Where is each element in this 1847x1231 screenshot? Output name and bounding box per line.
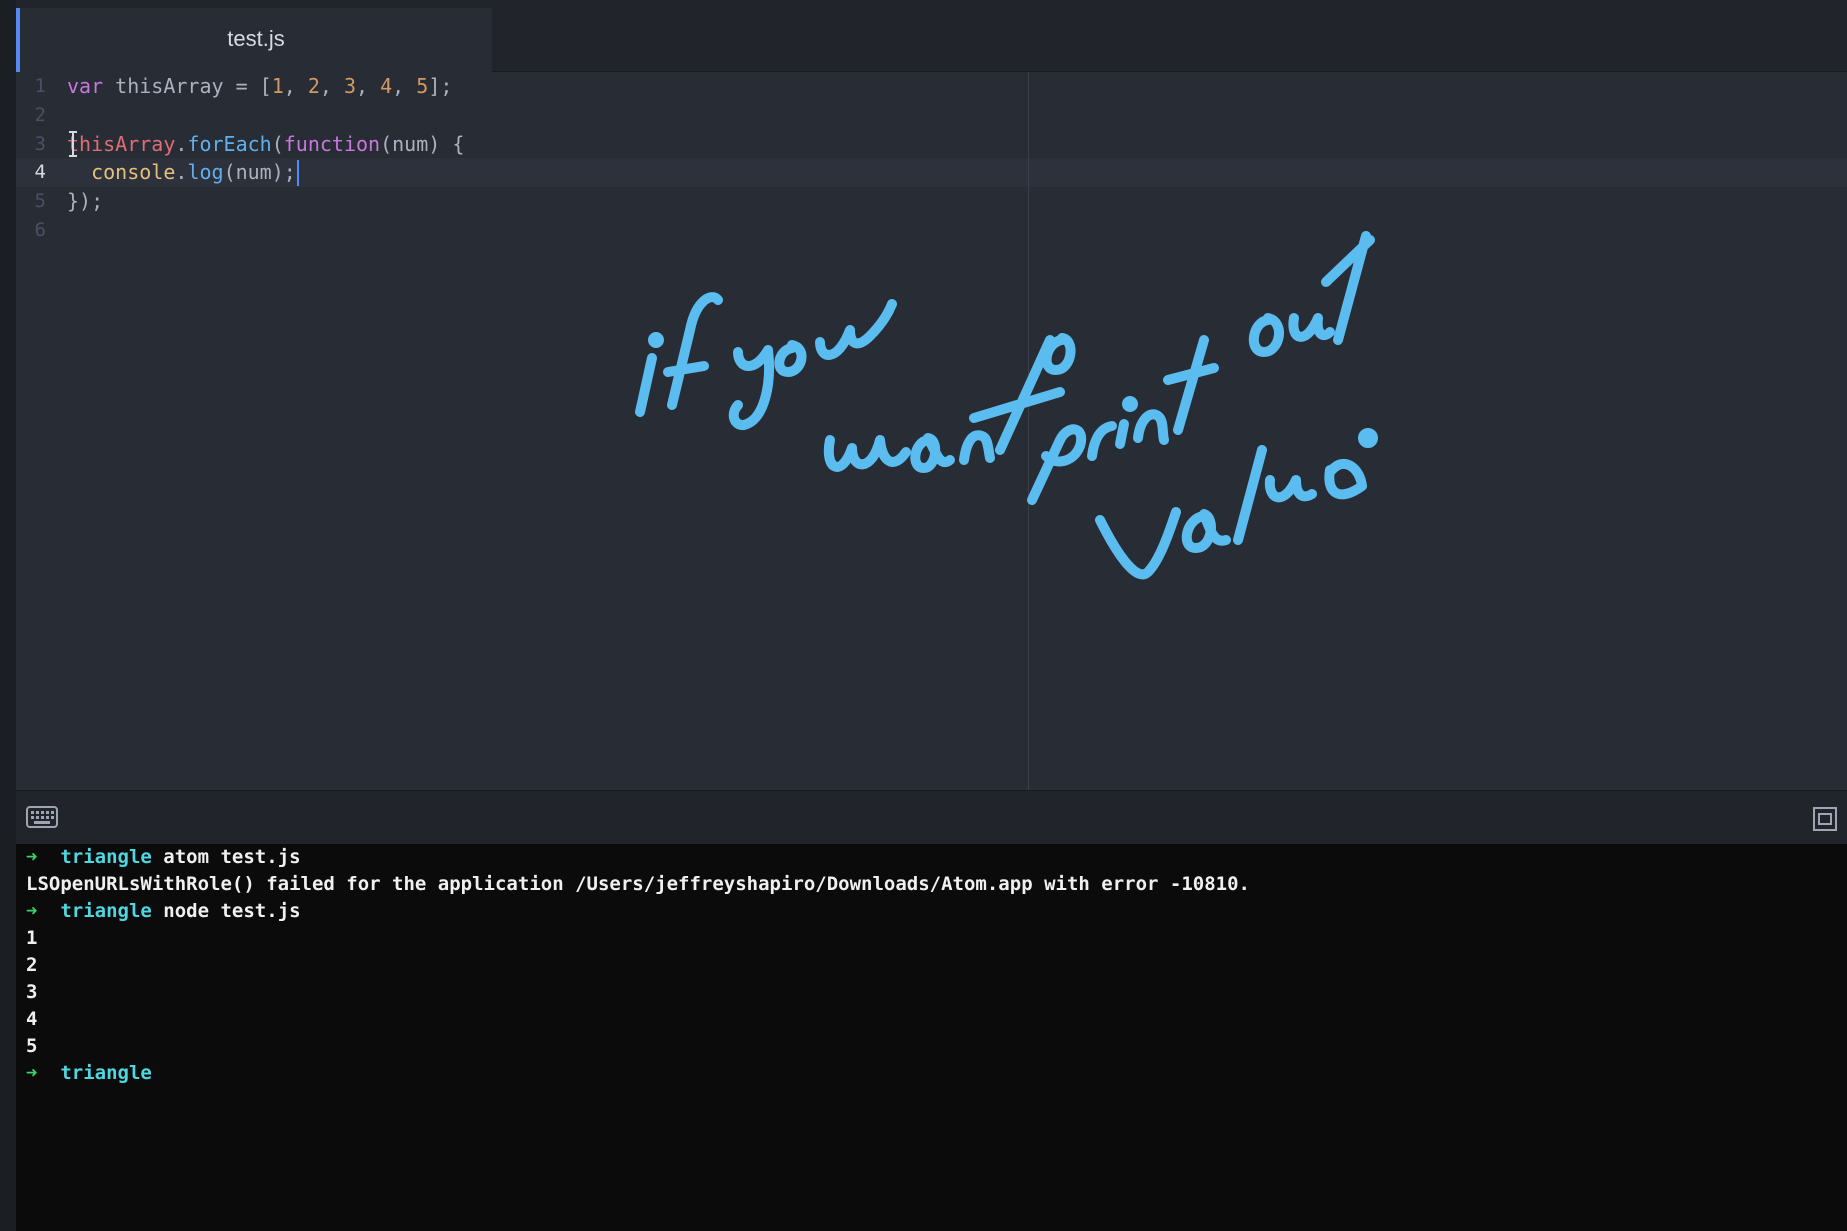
terminal-prompt-line: ➜ triangle (26, 1060, 152, 1087)
line-number: 5 (34, 190, 46, 212)
token-text: . (175, 160, 188, 184)
token-text: (num); (223, 160, 296, 184)
token-text: . (175, 132, 188, 156)
prompt-host: triangle (60, 846, 152, 868)
token-text: , (392, 74, 417, 98)
maximize-icon[interactable] (1811, 805, 1839, 833)
terminal-output-line: 2 (26, 954, 38, 976)
line-number: 1 (34, 75, 46, 97)
code-line-4: console.log(num); (67, 158, 296, 187)
terminal-output-line: 3 (26, 981, 38, 1003)
text-caret (297, 160, 299, 186)
prompt-host: triangle (60, 1062, 152, 1084)
prompt-arrow-icon: ➜ (26, 1062, 38, 1084)
line-number: 2 (34, 104, 46, 126)
token-object: console (91, 160, 176, 184)
token-text: , (356, 74, 381, 98)
line-number: 6 (34, 219, 46, 241)
token-number: 3 (343, 74, 357, 98)
token-function: forEach (187, 132, 272, 156)
text-cursor-icon (69, 131, 77, 157)
terminal-line: ➜ triangle node test.js (26, 898, 301, 925)
line-number: 4 (34, 161, 46, 183)
keyboard-icon[interactable] (26, 805, 58, 829)
token-function: log (187, 160, 224, 184)
token-text: ( (271, 132, 284, 156)
terminal-panel-header (16, 790, 1847, 844)
token-text: thisArray = [ (103, 74, 272, 98)
token-text: , (319, 74, 344, 98)
prompt-arrow-icon: ➜ (26, 846, 38, 868)
terminal-output-line: 1 (26, 927, 38, 949)
code-line-1: var thisArray = [1, 2, 3, 4, 5]; (67, 72, 452, 101)
terminal-line: LSOpenURLsWithRole() failed for the appl… (26, 873, 1250, 895)
code-line-5: }); (67, 187, 103, 216)
token-number: 2 (307, 74, 320, 98)
token-variable: thisArray (67, 132, 176, 156)
terminal[interactable]: ➜ triangle atom test.js LSOpenURLsWithRo… (16, 844, 1847, 1231)
token-number: 5 (416, 74, 429, 98)
command-text: node test.js (151, 900, 301, 922)
code-editor[interactable]: 1 2 3 4 5 6 var thisArray = [1, 2, 3, 4,… (16, 72, 1847, 790)
tab-label: test.js (227, 26, 285, 51)
prompt-host: triangle (60, 900, 152, 922)
wrap-guide (1028, 72, 1029, 790)
line-number: 3 (34, 133, 46, 155)
token-text: ]; (428, 74, 453, 98)
token-keyword: function (283, 132, 381, 156)
code-line-3: thisArray.forEach(function(num) { (67, 130, 464, 159)
window-edge (0, 0, 16, 1231)
terminal-line: ➜ triangle atom test.js (26, 844, 301, 871)
token-text: (num) { (380, 132, 465, 156)
terminal-output-line: 5 (26, 1035, 38, 1057)
terminal-output-line: 4 (26, 1008, 38, 1030)
prompt-arrow-icon: ➜ (26, 900, 38, 922)
token-number: 1 (271, 74, 284, 98)
tab-test-js[interactable]: test.js (16, 8, 492, 72)
line-number-gutter[interactable]: 1 2 3 4 5 6 (16, 72, 66, 790)
token-text: , (283, 74, 308, 98)
command-text: atom test.js (151, 846, 301, 868)
tab-bar: test.js (16, 0, 1847, 72)
token-keyword: var (67, 74, 104, 98)
token-text: }); (67, 189, 104, 213)
token-number: 4 (380, 74, 393, 98)
